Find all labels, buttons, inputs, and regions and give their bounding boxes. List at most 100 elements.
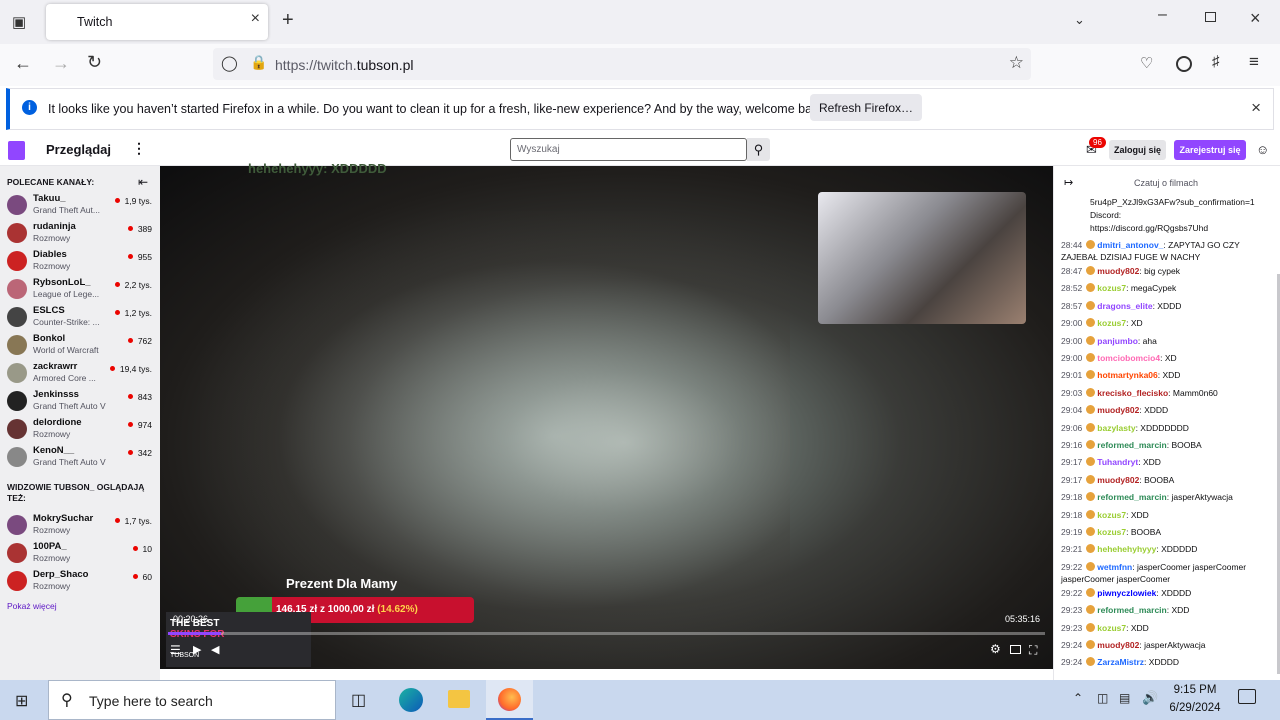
channel-item[interactable]: Jenkinsss Grand Theft Auto V 843 [0,388,160,416]
chat-username[interactable]: ZarzaMistrz [1097,657,1144,667]
chat-username[interactable]: kozus7 [1097,623,1126,633]
chat-timestamp: 29:00 [1061,353,1083,363]
user-icon[interactable]: ☺ [1256,142,1269,157]
back-icon[interactable]: ← [14,53,32,74]
chat-username[interactable]: kozus7 [1097,510,1126,520]
channel-item[interactable]: RybsonLoL_ League of Lege... 2,2 tys. [0,276,160,304]
close-tab-icon[interactable]: × [251,10,260,28]
channel-item[interactable]: MokrySuchar Rozmowy 1,7 tys. [0,512,160,540]
chat-username[interactable]: Tuhandryt [1097,457,1138,467]
channel-item[interactable]: Takuu_ Grand Theft Aut... 1,9 tys. [0,192,160,220]
search-input[interactable]: Wyszukaj [510,138,747,161]
menu-icon[interactable]: ≡ [1249,52,1259,72]
url-domain: tubson.pl [356,57,414,73]
channel-item[interactable]: rudaninja Rozmowy 389 [0,220,160,248]
channel-item[interactable]: Bonkol World of Warcraft 762 [0,332,160,360]
windows-start-icon[interactable]: ⊞ [15,691,28,711]
play-icon[interactable]: ▶ [193,643,201,656]
channel-item[interactable]: delordione Rozmowy 974 [0,416,160,444]
collapse-sidebar-icon[interactable]: ⇤ [138,175,148,189]
playlist-icon[interactable]: ☰ [170,643,181,657]
reload-icon[interactable]: ↻ [87,52,102,73]
channel-item[interactable]: 100PA_ Rozmowy 10 [0,540,160,568]
chat-text: BOOBA [1130,527,1162,537]
signup-button[interactable]: Zarejestruj się [1174,140,1246,160]
chat-username[interactable]: reformed_marcin [1097,440,1166,450]
chat-username[interactable]: bazylasty [1097,423,1135,433]
lock-icon[interactable]: 🔒 [250,54,267,71]
chat-username[interactable]: hotmartynka06 [1097,370,1157,380]
clock-date[interactable]: 6/29/2024 [1164,702,1226,714]
chat-username[interactable]: tomciobomcio4 [1097,353,1160,363]
chat-username[interactable]: kozus7 [1097,527,1126,537]
show-more-link[interactable]: Pokaż więcej [7,601,57,611]
chat-username[interactable]: kozus7 [1097,283,1126,293]
close-window-icon[interactable]: × [1250,8,1261,29]
new-tab-icon[interactable]: + [282,9,294,32]
chat-username[interactable]: hehehehyhyyy [1097,544,1156,554]
volume-icon[interactable]: ◀ [211,643,219,656]
file-explorer-icon[interactable] [448,690,470,708]
chat-text: XDD [1142,457,1161,468]
close-notification-icon[interactable]: × [1251,98,1261,118]
chat-message: 29:23 reformed_marcin: XDD [1061,605,1190,616]
clock-time[interactable]: 9:15 PM [1167,684,1223,696]
channel-item[interactable]: KenoN__ Grand Theft Auto V 342 [0,444,160,472]
pocket-icon[interactable]: ♡ [1140,54,1153,72]
tray-app-icon[interactable]: ◫ [1097,691,1108,705]
notification-center-icon[interactable] [1238,689,1256,704]
shield-icon[interactable]: ◯ [221,54,238,72]
fullscreen-icon[interactable]: ⛶ [1029,643,1037,658]
browser-tab[interactable]: Twitch × [46,4,268,40]
minimize-icon[interactable]: – [1158,6,1167,24]
tray-chevron-icon[interactable]: ⌃ [1073,691,1083,705]
twitch-logo-icon[interactable] [8,141,25,160]
volume-tray-icon[interactable]: 🔊 [1142,690,1158,706]
bookmark-star-icon[interactable]: ☆ [1009,53,1024,73]
channel-item[interactable]: Diables Rozmowy 955 [0,248,160,276]
firefox-view-icon[interactable]: ▣ [12,13,26,31]
chat-username[interactable]: muody802 [1097,405,1139,415]
refresh-firefox-button[interactable]: Refresh Firefox… [810,94,922,121]
chat-username[interactable]: muody802 [1097,640,1139,650]
firefox-taskbar-button[interactable] [486,680,533,720]
search-button[interactable]: ⚲ [747,138,770,161]
chat-message: 29:24 muody802: jasperAktywacja [1061,640,1206,650]
badge-icon [1086,605,1096,615]
video-player[interactable]: hehehehyyy: XDDDDD Prezent Dla Mamy 146,… [160,161,1053,669]
channel-avatar [7,543,27,563]
task-view-icon[interactable]: ◫ [351,690,366,710]
more-options-icon[interactable]: ⋮ [132,140,146,157]
account-icon[interactable] [1176,56,1192,72]
chat-message: 29:21 hehehehyhyyy: XDDDDD [1061,544,1198,555]
chat-username[interactable]: muody802 [1097,475,1139,485]
channel-item[interactable]: ESLCS Counter-Strike: ... 1,2 tys. [0,304,160,332]
chat-username[interactable]: krecisko_flecisko [1097,388,1168,398]
settings-gear-icon[interactable]: ⚙ [990,642,1001,656]
channel-item[interactable]: Derp_Shaco Rozmowy 60 [0,568,160,596]
browse-link[interactable]: Przeglądaj [46,142,111,157]
chat-username[interactable]: muody802 [1097,266,1139,276]
restore-icon[interactable] [1205,12,1216,22]
forward-icon[interactable]: → [52,53,70,74]
chat-username[interactable]: reformed_marcin [1097,492,1166,502]
theater-mode-icon[interactable] [1010,645,1021,654]
chat-username[interactable]: reformed_marcin [1097,605,1166,615]
network-icon[interactable]: ▤ [1119,691,1130,705]
list-tabs-icon[interactable]: ⌄ [1074,12,1085,28]
taskbar-search-input[interactable]: ⚲ Type here to search [48,680,336,720]
chat-username[interactable]: piwnyczlowiek [1097,588,1156,598]
chat-username[interactable]: panjumbo [1097,336,1138,346]
channel-item[interactable]: zackrawrr Armored Core ... 19,4 tys. [0,360,160,388]
url-bar[interactable]: ◯ 🔒 https://twitch.tubson.pl ☆ [213,48,1031,80]
edge-icon[interactable] [399,688,423,712]
chat-username[interactable]: dragons_elite [1097,301,1152,311]
badge-icon [1086,544,1096,554]
chat-username[interactable]: dmitri_antonov_ [1097,240,1163,250]
chat-username[interactable]: wetmfnn [1097,562,1132,572]
login-button[interactable]: Zaloguj się [1109,140,1166,160]
expand-chat-icon[interactable]: ↦ [1064,176,1073,189]
seek-bar[interactable] [168,632,1045,635]
chat-username[interactable]: kozus7 [1097,318,1126,328]
extensions-icon[interactable]: ♯ [1212,53,1220,70]
